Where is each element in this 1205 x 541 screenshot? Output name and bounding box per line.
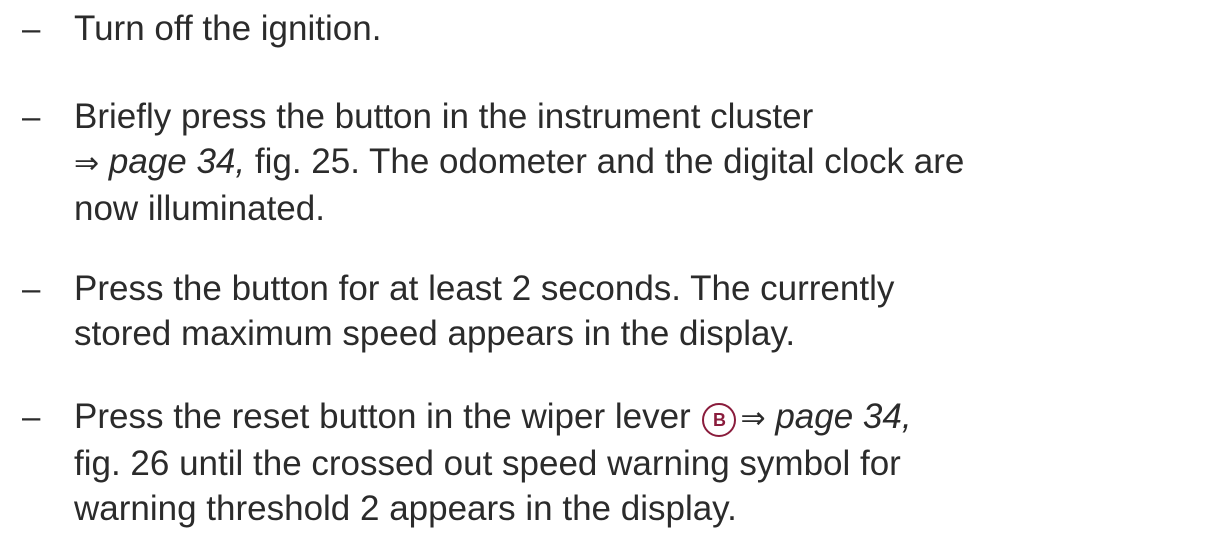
step-2-line-3: now illuminated. [74,189,325,228]
step-4-line-1: Press the reset button in the wiper leve… [74,394,1199,441]
bullet-dash: – [22,398,41,435]
bullet-dash: – [22,10,41,47]
page-reference: page 34, [775,397,912,436]
bullet-dash: – [22,270,41,307]
step-4-line-3: warning threshold 2 appears in the displ… [74,489,737,528]
step-4-line-2: fig. 26 until the crossed out speed warn… [74,444,901,483]
step-2-line-2-text: fig. 25. The odometer and the digital cl… [245,142,965,181]
step-3-line-1: Press the button for at least 2 seconds.… [74,269,895,308]
page-reference: page 34, [108,142,246,181]
bullet-dash: – [22,98,41,135]
instruction-list: – Turn off the ignition. – Briefly press… [0,0,1205,541]
arrow-icon: ⇒ [740,401,766,436]
step-2-line-1: Briefly press the button in the instrume… [74,97,814,136]
callout-b-icon: B [702,403,737,437]
step-2-line-2: ⇒ page 34, fig. 25. The odometer and the… [74,139,1199,186]
step-3-line-2: stored maximum speed appears in the disp… [74,314,796,353]
step-1-line-1: Turn off the ignition. [74,9,382,48]
arrow-icon: ⇒ [74,146,100,181]
step-4-line-1-text: Press the reset button in the wiper leve… [74,397,701,436]
